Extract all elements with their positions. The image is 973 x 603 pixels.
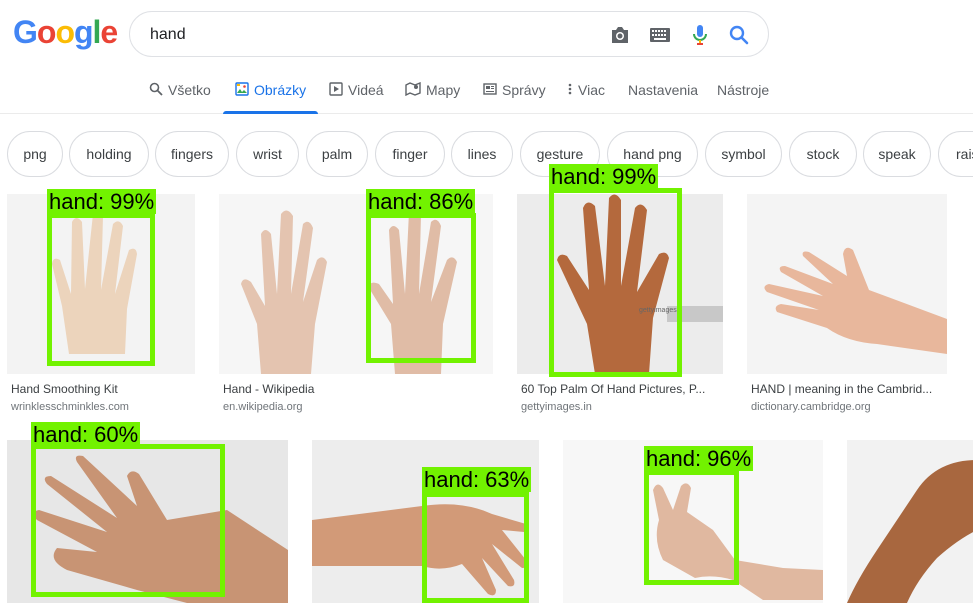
- search-input[interactable]: [150, 24, 590, 46]
- tab-news[interactable]: Správy: [483, 82, 546, 114]
- image-result[interactable]: HAND | meaning in the Cambrid... diction…: [747, 194, 947, 414]
- search-box: [129, 11, 769, 57]
- image-result[interactable]: [312, 440, 539, 603]
- chip[interactable]: fingers: [155, 131, 229, 177]
- tab-label: Obrázky: [254, 82, 307, 98]
- logo-letter: o: [36, 14, 57, 50]
- map-icon: [405, 82, 421, 96]
- play-icon: [329, 82, 343, 96]
- image-result[interactable]: Hand - Wikipedia en.wikipedia.org: [219, 194, 493, 414]
- tab-label: Viac: [578, 82, 605, 98]
- logo-letter: g: [73, 14, 94, 50]
- result-thumbnail[interactable]: [563, 440, 823, 603]
- result-site: wrinklesschminkles.com: [11, 401, 129, 413]
- result-thumbnail[interactable]: [847, 440, 973, 603]
- chip[interactable]: symbol: [705, 131, 782, 177]
- result-title[interactable]: Hand - Wikipedia: [223, 382, 491, 396]
- chip[interactable]: wrist: [236, 131, 299, 177]
- result-thumbnail[interactable]: gettyimages: [517, 194, 723, 374]
- tab-label: Všetko: [168, 82, 211, 98]
- logo-letter: e: [100, 14, 118, 50]
- tab-settings[interactable]: Nastavenia: [628, 82, 698, 114]
- result-site: dictionary.cambridge.org: [751, 401, 871, 413]
- tab-images[interactable]: Obrázky: [222, 82, 319, 114]
- image-result[interactable]: gettyimages 60 Top Palm Of Hand Pictures…: [517, 194, 723, 414]
- svg-text:gettyimages: gettyimages: [639, 307, 677, 314]
- chip[interactable]: raise: [938, 131, 973, 177]
- tab-label: Nástroje: [717, 82, 770, 98]
- chip[interactable]: holding: [69, 131, 149, 177]
- result-site: en.wikipedia.org: [223, 401, 303, 413]
- image-result[interactable]: Hand Smoothing Kit wrinklesschminkles.co…: [7, 194, 195, 414]
- tab-all[interactable]: Všetko: [149, 82, 211, 114]
- chip[interactable]: hand png: [607, 131, 698, 177]
- image-result[interactable]: [7, 440, 288, 603]
- result-thumbnail[interactable]: [7, 194, 195, 374]
- logo-letter: o: [55, 14, 75, 50]
- result-title[interactable]: HAND | meaning in the Cambrid...: [751, 382, 947, 396]
- chip[interactable]: lines: [451, 131, 513, 177]
- tab-label: Nastavenia: [628, 82, 699, 98]
- tab-videos[interactable]: Videá: [329, 82, 384, 114]
- result-site: gettyimages.in: [521, 401, 592, 413]
- tab-maps[interactable]: Mapy: [405, 82, 460, 114]
- keyboard-icon[interactable]: [649, 24, 671, 46]
- chip[interactable]: png: [7, 131, 63, 177]
- chip[interactable]: palm: [306, 131, 368, 177]
- tab-more[interactable]: Viac: [567, 82, 605, 114]
- chip[interactable]: gesture: [520, 131, 600, 177]
- tab-label: Videá: [348, 82, 384, 98]
- search-tabs: Všetko Obrázky Videá Mapy Správy Viac Na…: [0, 80, 973, 114]
- news-icon: [483, 83, 497, 95]
- more-vert-icon: [568, 83, 572, 95]
- result-thumbnail[interactable]: [747, 194, 947, 374]
- result-title[interactable]: 60 Top Palm Of Hand Pictures, P...: [521, 382, 721, 396]
- logo-letter: l: [92, 14, 102, 50]
- image-result[interactable]: [563, 440, 823, 603]
- result-thumbnail[interactable]: [7, 440, 288, 603]
- image-icon: [235, 82, 249, 96]
- result-title[interactable]: Hand Smoothing Kit: [11, 382, 193, 396]
- mic-icon[interactable]: [689, 24, 711, 46]
- chip[interactable]: stock: [789, 131, 857, 177]
- search-icon: [149, 82, 163, 96]
- tab-label: Mapy: [426, 82, 461, 98]
- camera-icon[interactable]: [609, 24, 631, 46]
- tab-label: Správy: [502, 82, 546, 98]
- result-thumbnail[interactable]: [312, 440, 539, 603]
- image-result[interactable]: [847, 440, 973, 603]
- search-icon[interactable]: [728, 24, 750, 46]
- result-thumbnail[interactable]: [219, 194, 493, 374]
- logo-letter: G: [13, 14, 38, 50]
- chip[interactable]: finger: [375, 131, 445, 177]
- chip[interactable]: speak: [863, 131, 931, 177]
- google-logo[interactable]: Google: [13, 14, 118, 51]
- tab-tools[interactable]: Nástroje: [717, 82, 769, 114]
